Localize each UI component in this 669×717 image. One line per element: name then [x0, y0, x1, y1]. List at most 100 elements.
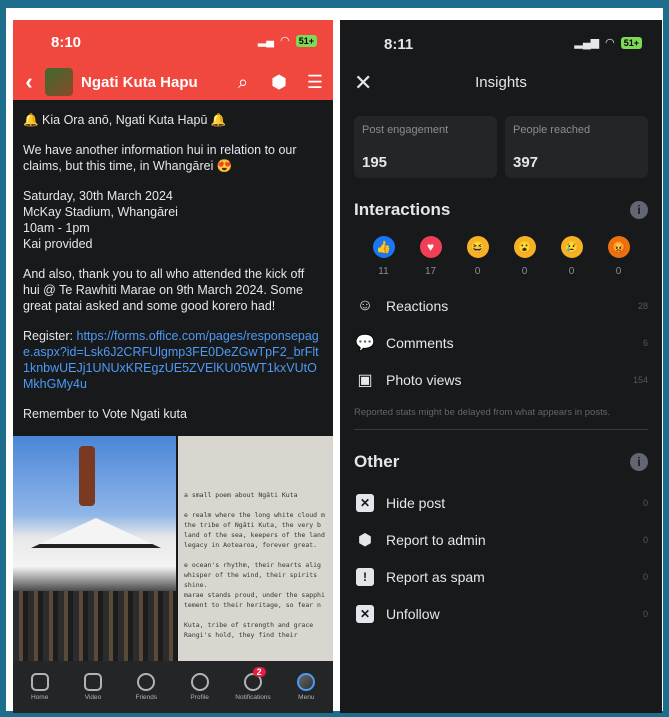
metric-reactions[interactable]: ☺ Reactions 28: [340, 287, 662, 324]
home-icon: [30, 673, 49, 691]
spam-icon-wrap: !: [354, 566, 376, 588]
reaction-wow: 😮 0: [513, 236, 536, 277]
poem-line: legacy in Aotearoa, forever great.: [184, 541, 318, 549]
poem-line: whisper of the wind, their spirits: [184, 571, 318, 579]
stat-value: 397: [513, 154, 539, 171]
marae-roof: [31, 518, 161, 548]
status-time: 8:11: [384, 36, 414, 53]
post-paragraph: We have another information hui in relat…: [23, 143, 297, 173]
post-greeting: 🔔 Kia Ora anō, Ngati Kuta Hapū 🔔: [23, 113, 227, 127]
notification-badge: 2: [252, 667, 266, 677]
shield-icon: ⬢: [358, 531, 372, 549]
nav-notifications[interactable]: 2 Notifications: [226, 661, 279, 713]
metric-label: Photo views: [386, 371, 462, 388]
post-photos[interactable]: a small poem about Ngāti Kuta e realm wh…: [13, 436, 333, 661]
nav-video[interactable]: Video: [66, 661, 119, 713]
shield-icon[interactable]: ⬢: [261, 72, 297, 93]
register-block: Register: https://forms.office.com/pages…: [23, 328, 323, 392]
metric-hide-post[interactable]: ✕ Hide post 0: [340, 484, 662, 521]
exclamation-icon: !: [356, 567, 374, 586]
metric-value: 0: [642, 571, 648, 582]
comment-icon: 💬: [355, 334, 375, 352]
post-paragraph: Remember to Vote Ngati kuta: [23, 407, 187, 421]
poem-line: [184, 500, 327, 510]
battery-icon: 51+: [620, 36, 642, 49]
nav-home[interactable]: Home: [13, 661, 66, 713]
group-title[interactable]: Ngati Kuta Hapu: [81, 74, 225, 91]
metric-label: Comments: [386, 334, 454, 351]
bottom-nav: Home Video Friends Profile 2 Notification…: [13, 661, 333, 713]
poem-line: shine.: [184, 581, 208, 589]
poem-line: land of the sea, keepers of the land: [184, 531, 325, 539]
nav-label: Profile: [190, 694, 209, 701]
poem-line: [184, 550, 327, 560]
metric-value: 154: [632, 374, 648, 385]
event-venue: McKay Stadium, Whangārei: [23, 205, 178, 219]
unfollow-icon-wrap: ✕: [354, 603, 376, 625]
group-post-screen: 8:10 ▂▄ ◠ 51+ ‹ Ngati Kuta Hapu ⌕ ⬢ ☰ 🔔 …: [13, 20, 333, 713]
unfollow-icon: ✕: [356, 604, 374, 623]
reaction-breakdown: 👍 11 ♥ 17 😆 0 😮 0 😢 0 😡 0: [340, 236, 662, 277]
insights-screen: 8:11 ▂▄▆ ◠ 51+ ✕ Insights Post engagemen…: [340, 20, 662, 713]
nav-label: Notifications: [235, 694, 271, 701]
status-icons: ▂▄ ◠ 51+: [258, 34, 317, 47]
poem-line: Kuta, tribe of strength and grace: [184, 621, 314, 629]
status-bar: 8:10 ▂▄ ◠ 51+: [13, 20, 333, 64]
search-icon[interactable]: ⌕: [225, 72, 261, 93]
nav-label: Menu: [298, 694, 315, 701]
avatar: [297, 673, 316, 691]
metric-comments[interactable]: 💬 Comments 6: [340, 324, 662, 361]
marae-group-photo[interactable]: [13, 436, 176, 661]
signal-icon: ▂▄: [257, 35, 275, 47]
reaction-sad: 😢 0: [560, 236, 583, 277]
signal-icon: ▂▄▆: [574, 37, 600, 49]
menu-icon[interactable]: ☰: [297, 72, 333, 93]
stat-value: 195: [362, 154, 388, 171]
other-metrics: ✕ Hide post 0 ⬢ Report to admin 0 ! Repo…: [340, 484, 662, 632]
metric-photo-views[interactable]: ▣ Photo views 154: [340, 361, 662, 398]
event-time: 10am - 1pm: [23, 221, 90, 235]
poem-line: Rangi's hold, they find their: [184, 631, 298, 639]
metric-report-to-admin[interactable]: ⬢ Report to admin 0: [340, 521, 662, 558]
event-food: Kai provided: [23, 237, 93, 251]
profile-icon: [190, 673, 209, 691]
stat-label: Post engagement: [362, 124, 449, 136]
info-icon[interactable]: i: [630, 453, 648, 471]
event-date: Saturday, 30th March 2024: [23, 189, 173, 203]
close-icon[interactable]: ✕: [354, 70, 372, 96]
other-heading: Other i: [340, 452, 662, 472]
metric-label: Unfollow: [386, 605, 440, 622]
photo-icon: ▣: [357, 371, 373, 389]
wow-icon: 😮: [513, 236, 536, 258]
nav-menu[interactable]: Menu: [280, 661, 333, 713]
love-icon: ♥: [419, 236, 442, 258]
nav-profile[interactable]: Profile: [173, 661, 226, 713]
status-time: 8:10: [51, 34, 82, 51]
section-title: Other: [354, 452, 400, 471]
stat-label: People reached: [513, 124, 591, 136]
battery-icon: 51+: [295, 34, 317, 47]
reaction-haha: 😆 0: [466, 236, 489, 277]
nav-friends[interactable]: Friends: [120, 661, 173, 713]
page-title: Insights: [475, 73, 527, 91]
interactions-heading: Interactions i: [340, 200, 662, 220]
nav-label: Home: [30, 694, 49, 701]
metric-report-as-spam[interactable]: ! Report as spam 0: [340, 558, 662, 595]
reaction-count: 0: [615, 266, 622, 277]
metric-label: Reactions: [386, 297, 449, 314]
poem-line: e ocean's rhythm, their hearts alig: [184, 561, 321, 569]
like-icon: 👍: [372, 236, 395, 258]
stat-row: Post engagement 195 People reached 397: [340, 116, 662, 178]
group-avatar[interactable]: [45, 68, 73, 96]
status-icons: ▂▄▆ ◠ 51+: [574, 36, 642, 49]
sad-icon: 😢: [560, 236, 583, 258]
info-icon[interactable]: i: [630, 201, 648, 219]
poem-photo[interactable]: a small poem about Ngāti Kuta e realm wh…: [178, 436, 333, 661]
metric-unfollow[interactable]: ✕ Unfollow 0: [340, 595, 662, 632]
nav-label: Friends: [135, 694, 158, 701]
metric-label: Report to admin: [386, 531, 486, 548]
friends-icon: [137, 673, 156, 691]
metric-label: Report as spam: [386, 568, 485, 585]
metric-value: 0: [642, 497, 648, 508]
back-button[interactable]: ‹: [13, 69, 45, 95]
